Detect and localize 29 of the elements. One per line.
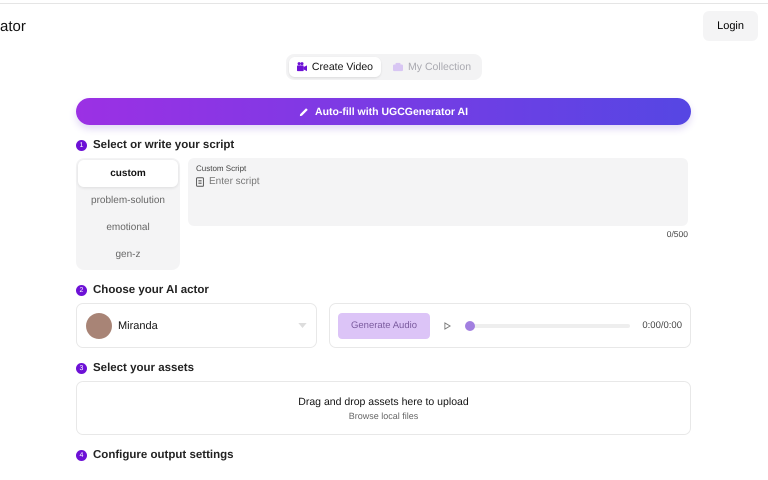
audio-progress-slider[interactable] [465,320,632,330]
field-label: Custom Script [196,164,248,173]
audio-progress-thumb[interactable] [465,320,475,330]
template-option[interactable]: problem-solution [78,187,178,214]
template-option[interactable]: gen-z [78,241,178,268]
tab[interactable]: Create Video [288,57,382,77]
document-icon [196,176,204,186]
audio-time: 0:00/0:00 [642,320,682,331]
actor-select[interactable]: Miranda [76,303,317,348]
login-button[interactable]: Login [703,11,758,41]
asset-drop-zone[interactable]: Drag and drop assets here to upload Browse local files [76,381,691,435]
avatar-icon [86,312,112,338]
template-option[interactable]: emotional [78,214,178,241]
template-option[interactable]: custom [78,160,178,187]
play-icon[interactable] [444,322,451,330]
pencil-icon [298,106,309,116]
app-title: ator [0,18,26,34]
character-counter: 0/500 [666,229,688,239]
drop-instruction: Drag and drop assets here to upload [298,396,469,408]
section-heading: Select or write your script [93,139,234,151]
section-heading: Choose your AI actor [93,284,209,296]
video-camera-icon [296,62,307,72]
folder-icon [393,62,404,72]
browse-files-link[interactable]: Browse local files [348,410,418,420]
section-heading: Select your assets [93,362,194,374]
autofill-button[interactable]: Auto-fill with UGCGenerator AI [76,98,691,125]
section-heading: Configure output settings [93,449,234,461]
caret-icon [298,323,307,328]
script-input-field[interactable]: Enter script [209,176,409,187]
